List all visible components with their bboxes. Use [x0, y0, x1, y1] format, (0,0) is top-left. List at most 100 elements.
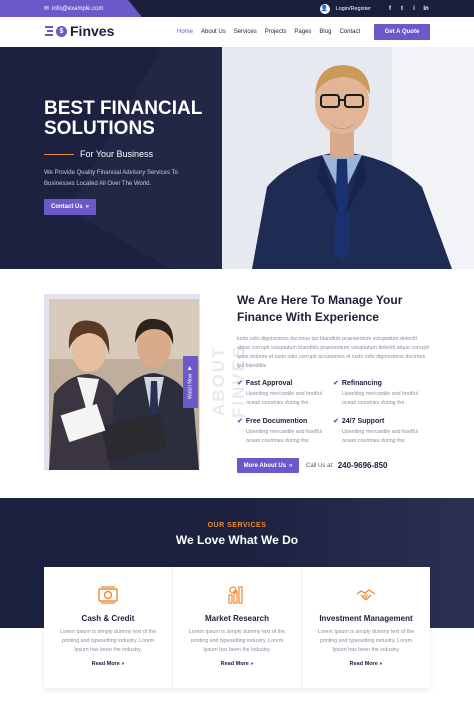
nav-item-home[interactable]: Home	[177, 29, 193, 35]
service-title: Investment Management	[319, 614, 413, 623]
feature-desc-line-1: Upsetting mercantile and foodful	[246, 391, 322, 397]
twitter-icon[interactable]: t	[399, 6, 405, 12]
top-bar: ✉ info@example.com 👤 Login/Register f t …	[0, 0, 474, 17]
double-chevron-right-icon: »	[250, 661, 254, 667]
read-more-link[interactable]: Read More »	[302, 661, 430, 667]
nav-item-services[interactable]: Services	[234, 29, 257, 35]
feature-description: Upsetting mercantile and foodful ocean co…	[333, 428, 423, 446]
feature-description: Upsetting mercantile and foodful ocean co…	[333, 390, 423, 408]
businessman-illustration	[222, 47, 474, 269]
logo-lines	[45, 26, 53, 36]
dollar-coin-icon: $	[56, 25, 67, 37]
main-navbar: $ Finves Home About Us Services Projects…	[0, 17, 474, 47]
feature-title: Fast Approval	[245, 379, 293, 387]
linkedin-icon[interactable]: in	[423, 6, 429, 12]
feature-desc-line-1: Upsetting mercantile and foodful	[246, 429, 322, 435]
email-link[interactable]: ✉ info@example.com	[0, 0, 142, 17]
service-desc-line-1: Lorem Ipsum is simply dummy text of the	[317, 629, 415, 635]
feature-title-row: ✔ Free Documention	[237, 417, 327, 426]
email-text: info@example.com	[52, 5, 104, 12]
feature-desc-line-2: ocean countries during the.	[246, 438, 310, 444]
more-about-us-button[interactable]: More About Us »	[237, 458, 299, 473]
feature-title: Refinancing	[341, 379, 382, 387]
play-icon: ▶	[187, 364, 194, 371]
service-desc-line-2: printing and typesetting industry. Lorem	[190, 638, 284, 644]
feature-title: Free Documention	[245, 417, 308, 425]
service-desc-line-2: printing and typesetting industry. Lorem	[319, 638, 413, 644]
top-bar-right: 👤 Login/Register f t i in	[319, 0, 429, 17]
feature-desc-line-1: Upsetting mercantile and foodful	[342, 391, 418, 397]
double-chevron-right-icon: »	[121, 661, 125, 667]
login-register-link[interactable]: Login/Register	[336, 6, 371, 12]
read-more-label: Read More	[220, 661, 249, 667]
feature-desc-line-1: Upsetting mercantile and foodful	[342, 429, 418, 435]
feature-title: 24/7 Support	[341, 417, 385, 425]
read-more-link[interactable]: Read More »	[173, 661, 301, 667]
hero-businessman-image	[222, 47, 474, 269]
about-image-frame	[44, 294, 200, 470]
hero-section: BEST FINANCIAL SOLUTIONS For Your Busine…	[0, 47, 474, 269]
facebook-icon[interactable]: f	[387, 6, 393, 12]
service-card-cash-credit[interactable]: Cash & Credit Lorem Ipsum is simply dumm…	[44, 567, 173, 688]
hero-subtitle-line	[44, 153, 74, 155]
service-desc-line-3: Ipsum has been the industry.	[332, 647, 400, 653]
check-icon: ✔	[333, 380, 339, 387]
about-heading-line-1: We Are Here To Manage Your	[237, 293, 403, 307]
service-card-market-research[interactable]: Market Research Lorem Ipsum is simply du…	[173, 567, 302, 688]
contact-us-label: Contact Us	[50, 204, 83, 210]
read-more-label: Read More	[91, 661, 120, 667]
service-desc-line-1: Lorem Ipsum is simply dummy text of the	[188, 629, 286, 635]
service-desc-line-3: Ipsum has been the industry.	[203, 647, 271, 653]
hero-subtitle: For Your Business	[44, 149, 153, 159]
feature-desc-line-2: ocean countries during the.	[342, 438, 406, 444]
business-people-illustration	[49, 299, 199, 470]
hero-subtitle-text: For Your Business	[80, 149, 154, 159]
nav-item-blog[interactable]: Blog	[319, 29, 331, 35]
read-more-label: Read More	[349, 661, 378, 667]
about-vertical-text: ABOUT FINVES	[209, 344, 248, 418]
nav-item-projects[interactable]: Projects	[265, 29, 287, 35]
double-chevron-right-icon: »	[379, 661, 383, 667]
get-a-quote-button[interactable]: Get A Quote	[374, 24, 430, 40]
watch-now-button[interactable]: Watch Now ▶	[183, 356, 198, 408]
logo[interactable]: $ Finves	[45, 23, 114, 39]
hero-title-line-2: SOLUTIONS	[44, 118, 155, 139]
read-more-link[interactable]: Read More »	[44, 661, 172, 667]
check-icon: ✔	[237, 418, 243, 425]
service-desc-line-3: Ipsum has been the industry.	[74, 647, 142, 653]
nav-item-about-us[interactable]: About Us	[201, 29, 226, 35]
phone-number[interactable]: 240-9696-850	[338, 461, 388, 470]
hero-title: BEST FINANCIAL SOLUTIONS	[44, 99, 224, 139]
feature-desc-line-2: ocean countries during the.	[246, 400, 310, 406]
feature-title-row: ✔ 24/7 Support	[333, 417, 423, 426]
instagram-icon[interactable]: i	[411, 6, 417, 12]
service-title: Cash & Credit	[81, 614, 135, 623]
feature-24-7-support: ✔ 24/7 Support Upsetting mercantile and f…	[333, 417, 423, 446]
contact-us-button[interactable]: Contact Us »	[44, 199, 96, 215]
hero-description-line-1: We Provide Quality Financial Advisory Se…	[44, 170, 178, 176]
service-card-investment-management[interactable]: Investment Management Lorem Ipsum is sim…	[302, 567, 430, 688]
money-icon	[98, 586, 118, 604]
call-us-label: Call Us at:	[306, 462, 334, 469]
service-description: Lorem Ipsum is simply dummy text of the …	[314, 628, 418, 655]
hero-title-line-1: BEST FINANCIAL	[44, 98, 203, 119]
nav-item-contact[interactable]: Contact	[339, 29, 360, 35]
service-cards: Cash & Credit Lorem Ipsum is simply dumm…	[44, 567, 430, 688]
double-chevron-right-icon: »	[289, 462, 293, 469]
about-paragraph: iusto odio dignissimos ducimus qui bland…	[237, 336, 429, 369]
nav-menu: Home About Us Services Projects Pages Bl…	[177, 17, 360, 47]
mail-icon: ✉	[44, 6, 50, 12]
hero-description: We Provide Quality Financial Advisory Se…	[44, 168, 219, 190]
watch-now-label: Watch Now	[187, 373, 194, 400]
chart-search-icon	[228, 586, 243, 604]
services-heading: We Love What We Do	[175, 533, 299, 547]
feature-description: Upsetting mercantile and foodful ocean co…	[237, 390, 327, 408]
nav-item-pages[interactable]: Pages	[294, 29, 311, 35]
about-heading: We Are Here To Manage Your Finance With …	[237, 292, 437, 326]
feature-title-row: ✔ Refinancing	[333, 379, 423, 388]
check-icon: ✔	[333, 418, 339, 425]
about-heading-line-2: Finance With Experience	[237, 310, 379, 324]
feature-description: Upsetting mercantile and foodful ocean co…	[237, 428, 327, 446]
feature-refinancing: ✔ Refinancing Upsetting mercantile and fo…	[333, 379, 423, 408]
service-title: Market Research	[204, 614, 270, 623]
